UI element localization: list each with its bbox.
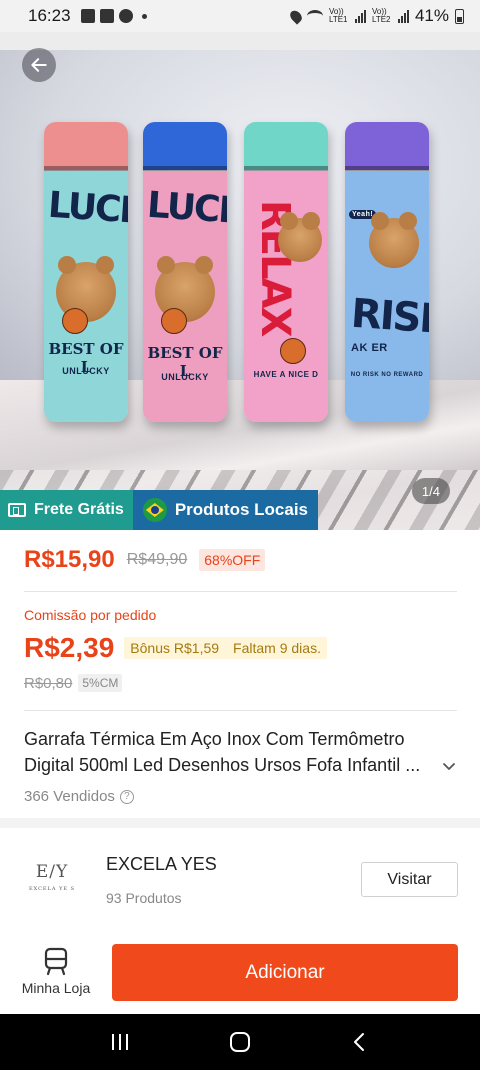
local-products-label: Produtos Locais (174, 500, 308, 519)
product-title: Garrafa Térmica Em Aço Inox Com Termômet… (24, 726, 439, 778)
divider (24, 591, 457, 592)
home-icon (230, 1032, 250, 1052)
bottle-cap (44, 122, 128, 170)
status-bar: 16:23 Vo)) LTE1 Vo)) LTE2 41% (0, 0, 480, 32)
original-price: R$49,90 (126, 551, 188, 568)
recents-button[interactable] (100, 1022, 140, 1062)
location-icon (287, 7, 305, 25)
arrow-left-icon (31, 58, 47, 72)
battery-level: 41% (414, 6, 449, 25)
bottle-cap (244, 122, 328, 170)
ticket-icon (8, 503, 26, 517)
free-shipping-label: Frete Grátis (34, 501, 124, 518)
chat-icon (118, 9, 133, 23)
bonus-amount: Bônus R$1,59 (130, 640, 220, 656)
bottle-small-text: UNLUCKY (161, 372, 209, 382)
section-separator (0, 818, 480, 828)
home-button[interactable] (220, 1022, 260, 1062)
recents-icon (112, 1034, 128, 1050)
product-image[interactable]: LUCK BEST OF L UNLUCKY LUCK BEST OF L UN… (0, 50, 480, 530)
bottle-4: Yeah! RISK AK ER NO RISK NO REWARD (345, 122, 429, 422)
commission-row: R$2,39 Bônus R$1,59 Faltam 9 dias. (24, 632, 327, 664)
chevron-down-icon[interactable] (441, 758, 457, 774)
back-button[interactable] (22, 48, 56, 82)
shop-logo-sub: EXCELA YE S (28, 886, 76, 892)
discount-badge: 68%OFF (199, 549, 266, 571)
signal-icon (354, 9, 366, 23)
basketball-illustration (280, 338, 306, 364)
bottle-text: RISK (349, 290, 429, 344)
app-notification-icon (99, 9, 114, 23)
shop-name[interactable]: EXCELA YES (106, 854, 217, 875)
chevron-left-icon (354, 1033, 364, 1051)
bonus-chip: Bônus R$1,59 Faltam 9 dias. (124, 637, 327, 659)
old-commission: R$0,80 (24, 674, 73, 692)
sim1-label: Vo)) LTE1 (328, 7, 348, 24)
free-shipping-badge: Frete Grátis (0, 490, 133, 530)
image-counter: 1/4 (411, 478, 450, 504)
commission-label: Comissão por pedido (24, 607, 157, 623)
sold-count-label: 366 Vendidos (24, 788, 115, 805)
battery-icon (455, 8, 464, 24)
basketball-illustration (62, 308, 88, 334)
product-title-line1: Garrafa Térmica Em Aço Inox Com Termômet… (24, 729, 405, 749)
store-icon (44, 947, 68, 976)
bonus-remaining: Faltam 9 dias. (233, 640, 321, 656)
bottle-small-text: HAVE A NICE D (253, 370, 319, 379)
commission-rate: 5%CM (78, 674, 123, 692)
bottle-small-text: NO RISK NO REWARD (350, 372, 424, 378)
status-time: 16:23 (28, 6, 71, 25)
system-nav-bar (0, 1014, 480, 1070)
header-band (0, 32, 480, 50)
badge-row: Frete Grátis Produtos Locais (0, 490, 318, 530)
bottle-1: LUCK BEST OF L UNLUCKY (44, 122, 128, 422)
current-price: R$15,90 (24, 546, 115, 573)
bottle-3: RELAX HAVE A NICE D (244, 122, 328, 422)
commission-rate-row: R$0,80 5%CM (24, 674, 123, 692)
shop-product-count: 93 Produtos (106, 890, 182, 906)
product-title-line2: Digital 500ml Led Desenhos Ursos Fofa In… (24, 755, 421, 775)
bear-illustration (369, 212, 419, 268)
sold-count: 366 Vendidos ? (24, 788, 134, 805)
my-shop-label: Minha Loja (21, 980, 91, 996)
more-notifications-icon (141, 13, 147, 19)
divider (24, 710, 457, 711)
add-button[interactable]: Adicionar (112, 944, 458, 1001)
signal2-icon (397, 9, 409, 23)
wifi-icon (306, 10, 323, 22)
brazil-flag-icon (142, 498, 167, 522)
bottle-cap (143, 122, 227, 170)
system-back-button[interactable] (340, 1022, 380, 1062)
visit-shop-button[interactable]: Visitar (361, 862, 458, 897)
bottle-text: LUCK (46, 184, 128, 233)
commission-value: R$2,39 (24, 632, 115, 663)
bottle-sub-text: AK ER (351, 342, 388, 354)
status-right: Vo)) LTE1 Vo)) LTE2 41% (287, 6, 464, 26)
sim2-label: Vo)) LTE2 (371, 7, 391, 24)
basketball-illustration (161, 308, 187, 334)
bottle-2: LUCK BEST OF L UNLUCKY (143, 122, 227, 422)
shop-logo[interactable]: E/Y EXCELA YE S (22, 852, 82, 902)
help-icon[interactable]: ? (119, 789, 134, 804)
local-products-badge: Produtos Locais (132, 490, 318, 530)
bottle-small-text: UNLUCKY (62, 366, 110, 376)
bear-illustration (278, 212, 322, 262)
gallery-icon (80, 9, 95, 23)
my-shop-button[interactable]: Minha Loja (18, 946, 94, 1002)
bottle-text: LUCK (145, 184, 227, 233)
bottle-cap (345, 122, 429, 170)
shop-logo-mono: E/Y (35, 862, 69, 882)
price-row: R$15,90 R$49,90 68%OFF (24, 546, 266, 574)
